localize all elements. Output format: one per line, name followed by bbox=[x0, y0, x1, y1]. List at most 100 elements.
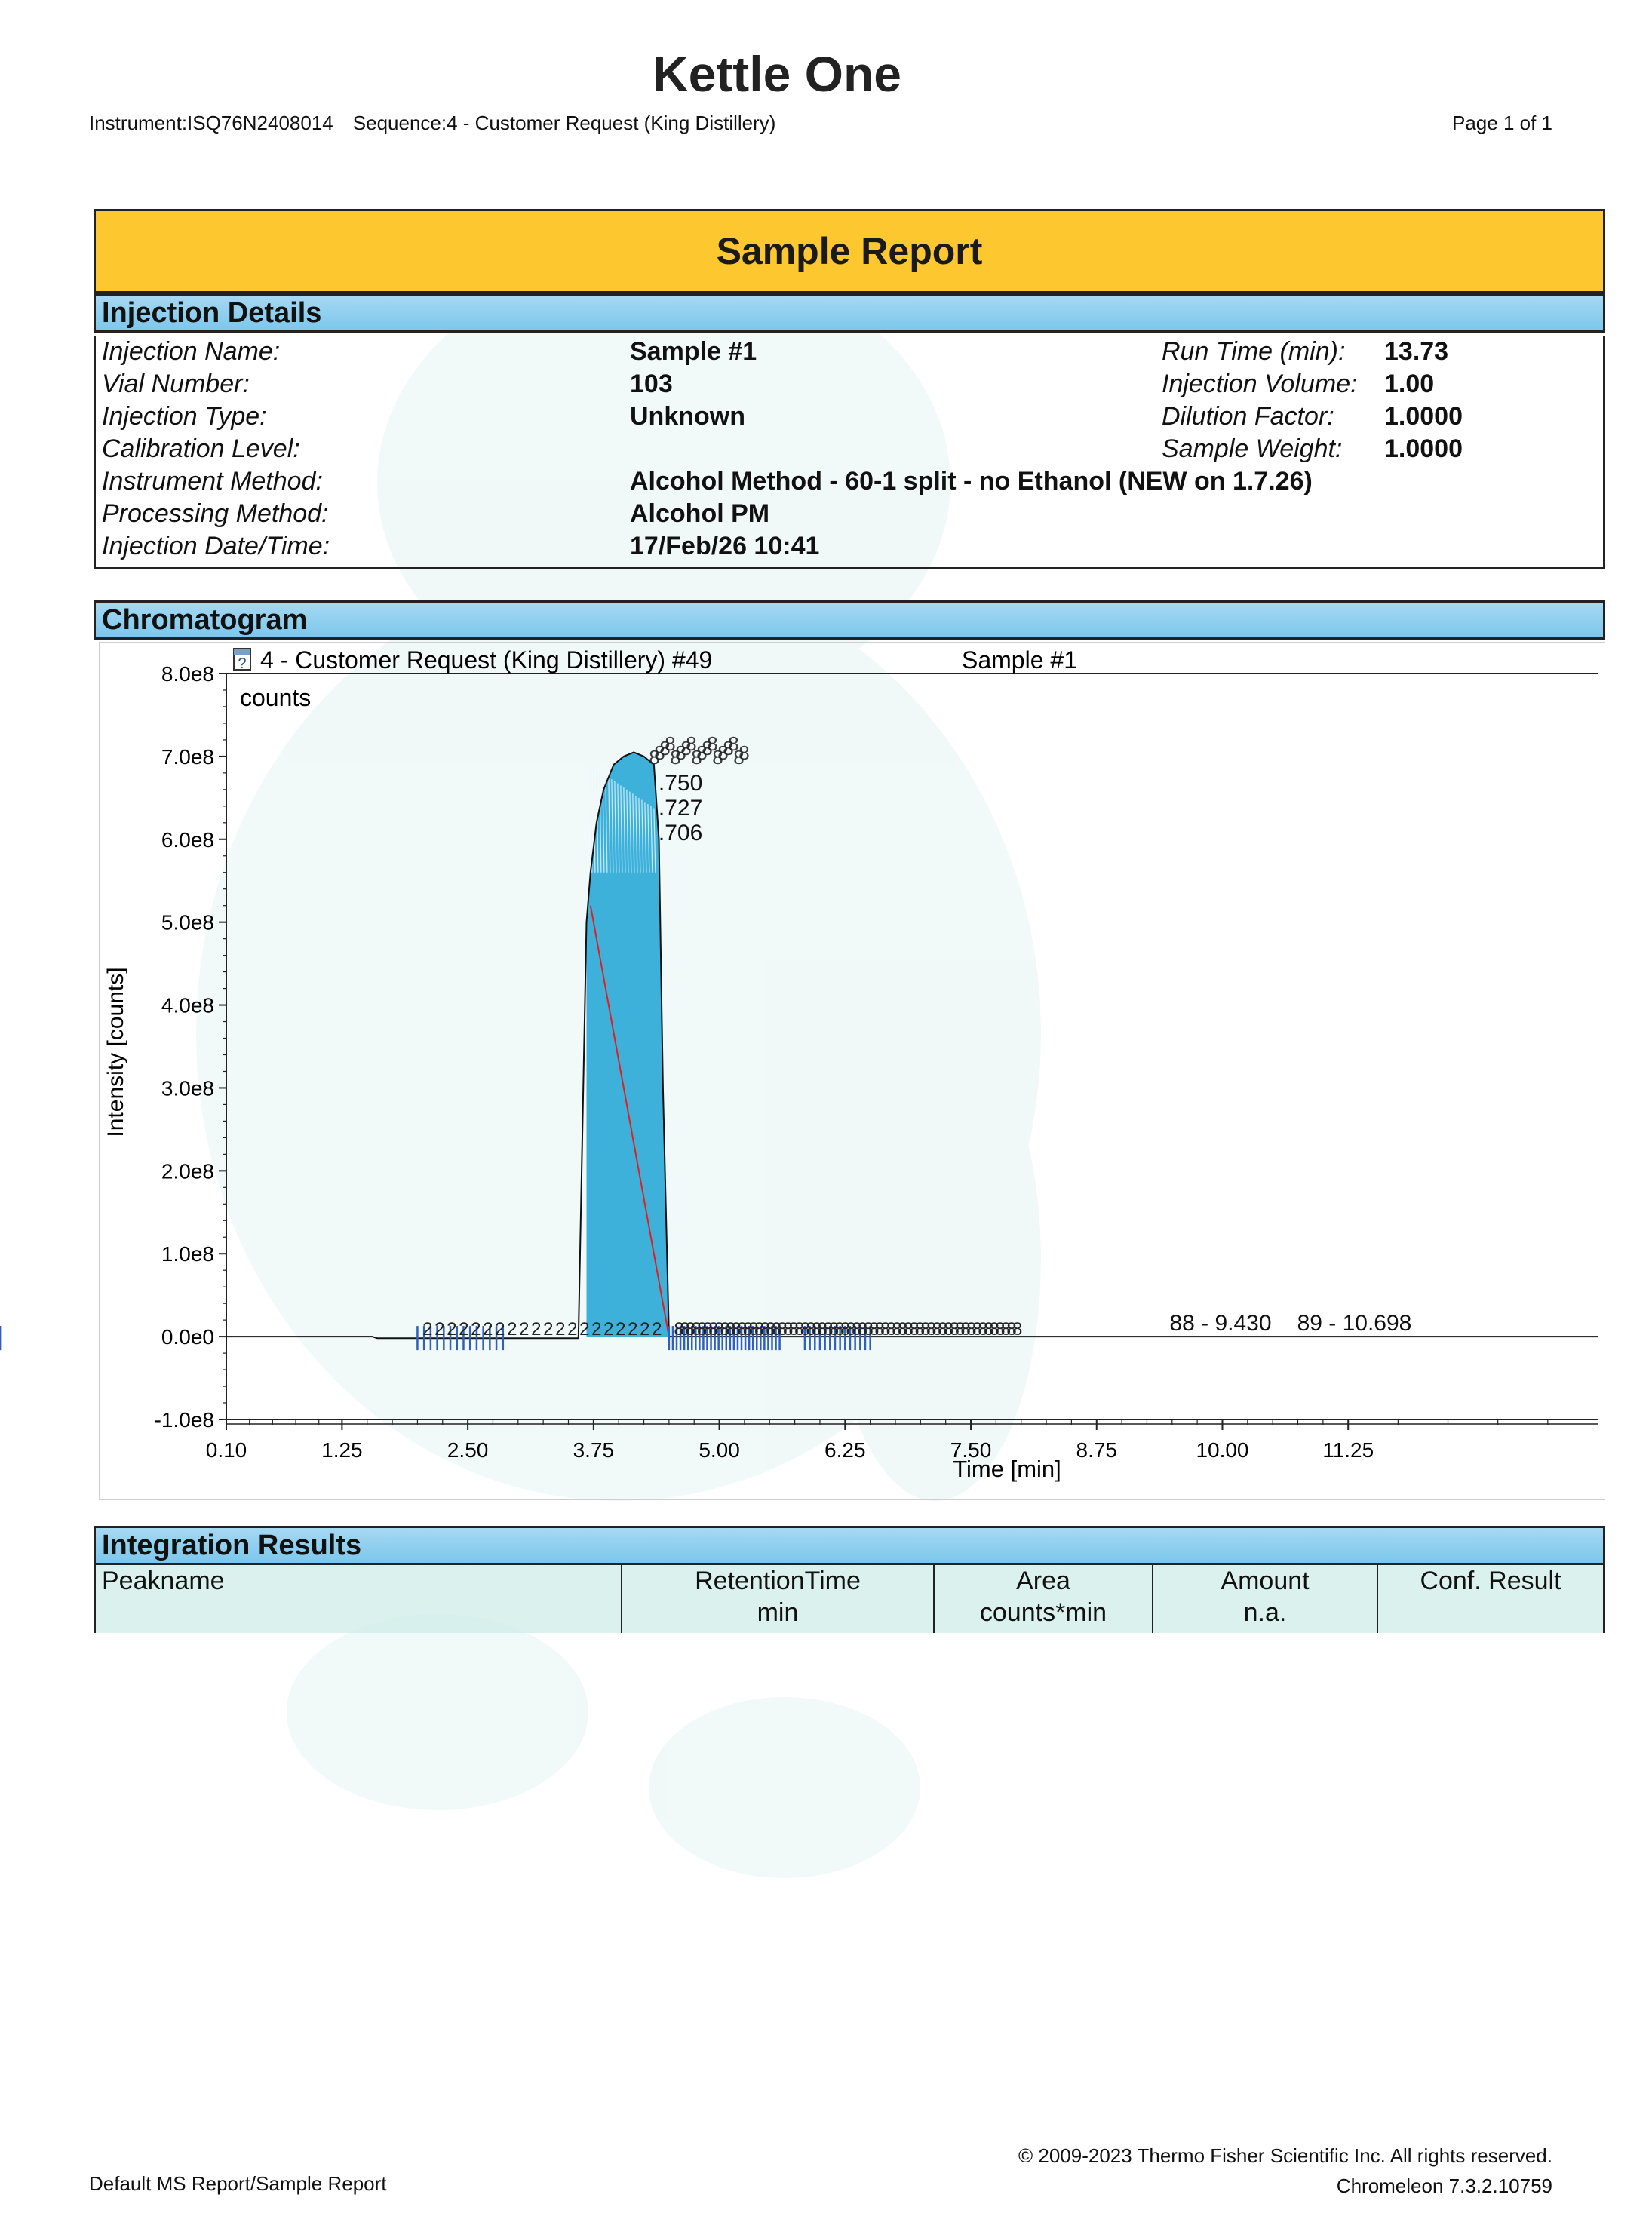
x-tick-label: 1.25 bbox=[321, 1438, 363, 1462]
column-title: RetentionTime bbox=[695, 1567, 861, 1595]
peak-annotation: .727 bbox=[659, 796, 702, 821]
peak-annotation: 88 - 9.430 bbox=[1169, 1311, 1271, 1336]
column-peakname: Peakname bbox=[96, 1565, 622, 1633]
detail-value-right: 13.73 bbox=[1384, 337, 1449, 366]
detail-label: Vial Number: bbox=[102, 370, 250, 398]
peak-label-strip: 2 bbox=[434, 1319, 444, 1340]
x-tick-label: 8.75 bbox=[1076, 1438, 1118, 1462]
peak-label-strip: 2 bbox=[447, 1319, 456, 1340]
detail-value-right: 1.0000 bbox=[1384, 434, 1463, 463]
chromatogram-panel bbox=[99, 642, 1605, 1500]
peak-label-strip: 2 bbox=[567, 1319, 577, 1340]
peak-label-strip: 2 bbox=[616, 1319, 625, 1340]
peak-label-strip: 2 bbox=[495, 1319, 505, 1340]
detail-label: Injection Type: bbox=[102, 402, 267, 431]
peak-label-strip: 2 bbox=[471, 1319, 481, 1340]
instrument-sequence-line: Instrument:ISQ76N2408014 Sequence:4 - Cus… bbox=[89, 112, 795, 135]
detail-value: Unknown bbox=[630, 402, 745, 431]
detail-value-right: 1.0000 bbox=[1384, 402, 1463, 431]
peak-label-strip: 8 bbox=[1012, 1319, 1022, 1340]
detail-row: Injection Name: Sample #1 Run Time (min)… bbox=[96, 337, 1603, 370]
detail-label: Injection Date/Time: bbox=[102, 532, 330, 560]
column-unit: counts*min bbox=[979, 1598, 1107, 1627]
peak-label-strip: 2 bbox=[507, 1319, 517, 1340]
peak-label-strip: 2 bbox=[459, 1319, 468, 1340]
footer-report-name: Default MS Report/Sample Report bbox=[89, 2172, 387, 2195]
integration-results-header: Peakname RetentionTime min Area counts*m… bbox=[94, 1565, 1605, 1633]
column-conf-result: Conf. Result bbox=[1378, 1565, 1603, 1633]
peak-label-strip: 2 bbox=[640, 1319, 649, 1340]
peak-label-strip: 2 bbox=[591, 1319, 601, 1340]
question-box-icon[interactable]: ? bbox=[233, 648, 251, 672]
x-axis-label: Time [min] bbox=[953, 1456, 1061, 1482]
column-title: Area bbox=[1016, 1567, 1070, 1595]
footer-version: Chromeleon 7.3.2.10759 bbox=[1336, 2174, 1552, 2197]
report-title: Kettle One bbox=[652, 46, 902, 102]
peak-label-strip: 2 bbox=[519, 1319, 529, 1340]
peak-annotation: .706 bbox=[659, 821, 702, 846]
sample-report-banner: Sample Report bbox=[94, 209, 1605, 293]
integration-results-heading: Integration Results bbox=[94, 1526, 1605, 1565]
y-tick-label: 5.0e8 bbox=[161, 911, 214, 935]
y-axis-label: Intensity [counts] bbox=[103, 967, 128, 1137]
column-retention-time: RetentionTime min bbox=[622, 1565, 935, 1633]
injection-details-heading: Injection Details bbox=[94, 293, 1605, 333]
x-tick-label: 5.00 bbox=[699, 1438, 740, 1462]
y-tick-label: 7.0e8 bbox=[161, 745, 214, 769]
column-title: Amount bbox=[1221, 1567, 1310, 1595]
injection-details-table: Injection Name: Sample #1 Run Time (min)… bbox=[94, 336, 1605, 569]
footer-copyright-block: © 2009-2023 Thermo Fisher Scientific Inc… bbox=[1018, 2141, 1552, 2201]
sequence-name: Sequence:4 - Customer Request (King Dist… bbox=[352, 112, 776, 134]
column-unit: n.a. bbox=[1243, 1598, 1287, 1627]
detail-value: Alcohol Method - 60-1 split - no Ethanol… bbox=[630, 467, 1313, 496]
detail-label: Processing Method: bbox=[102, 499, 329, 528]
trace-sample-label: Sample #1 bbox=[962, 646, 1077, 674]
y-units-label: counts bbox=[240, 684, 311, 711]
y-tick-label: 1.0e8 bbox=[161, 1242, 214, 1266]
peak-label-cluster: 8 bbox=[738, 741, 749, 764]
x-tick-label: 11.25 bbox=[1322, 1438, 1374, 1462]
detail-label-right: Sample Weight: bbox=[1162, 434, 1343, 463]
detail-label-right: Injection Volume: bbox=[1162, 370, 1358, 398]
peak-label-strip: 2 bbox=[483, 1319, 493, 1340]
detail-value: Alcohol PM bbox=[630, 499, 770, 528]
y-tick-label: 8.0e8 bbox=[161, 662, 214, 686]
peak-annotation: 89 - 10.698 bbox=[1297, 1311, 1412, 1336]
peak-label-strip: 2 bbox=[628, 1319, 637, 1340]
detail-label: Instrument Method: bbox=[102, 467, 323, 496]
y-tick-label: 0.0e0 bbox=[161, 1325, 214, 1349]
column-area: Area counts*min bbox=[935, 1565, 1153, 1633]
column-amount: Amount n.a. bbox=[1153, 1565, 1378, 1633]
detail-value: 17/Feb/26 10:41 bbox=[630, 532, 820, 560]
detail-value-right: 1.00 bbox=[1384, 370, 1435, 398]
detail-row: Calibration Level: Sample Weight: 1.0000 bbox=[96, 434, 1603, 468]
peak-label-strip: 2 bbox=[652, 1319, 662, 1340]
y-tick-label: 6.0e8 bbox=[161, 828, 214, 852]
x-tick-label: 3.75 bbox=[573, 1438, 615, 1462]
trace-title: 4 - Customer Request (King Distillery) #… bbox=[260, 646, 712, 674]
instrument-id: Instrument:ISQ76N2408014 bbox=[89, 112, 333, 134]
y-tick-label: 4.0e8 bbox=[161, 994, 214, 1017]
peak-label-strip: 2 bbox=[579, 1319, 589, 1340]
y-tick-label: 3.0e8 bbox=[161, 1076, 214, 1100]
detail-value: 103 bbox=[630, 370, 673, 398]
footer-copyright: © 2009-2023 Thermo Fisher Scientific Inc… bbox=[1018, 2144, 1552, 2167]
detail-value: Sample #1 bbox=[630, 337, 757, 366]
svg-text:?: ? bbox=[238, 655, 246, 672]
detail-label: Injection Name: bbox=[102, 337, 281, 366]
x-tick-label: 10.00 bbox=[1196, 1438, 1248, 1462]
chromatogram-heading: Chromatogram bbox=[94, 600, 1605, 640]
detail-row: Injection Type: Unknown Dilution Factor:… bbox=[96, 402, 1603, 435]
detail-label-right: Dilution Factor: bbox=[1162, 402, 1334, 431]
detail-label-right: Run Time (min): bbox=[1162, 337, 1346, 366]
x-tick-label: 2.50 bbox=[447, 1438, 489, 1462]
detail-row: Instrument Method: Alcohol Method - 60-1… bbox=[96, 467, 1603, 500]
detail-row: Processing Method: Alcohol PM bbox=[96, 499, 1603, 532]
column-title: Peakname bbox=[102, 1567, 225, 1595]
page-number: Page 1 of 1 bbox=[1452, 112, 1552, 134]
x-tick-label: 0.10 bbox=[206, 1438, 247, 1462]
peak-label-strip: 2 bbox=[543, 1319, 553, 1340]
detail-row: Vial Number: 103 Injection Volume: 1.00 bbox=[96, 370, 1603, 403]
column-title: Conf. Result bbox=[1420, 1567, 1561, 1595]
peak-label-strip: 2 bbox=[422, 1319, 432, 1340]
